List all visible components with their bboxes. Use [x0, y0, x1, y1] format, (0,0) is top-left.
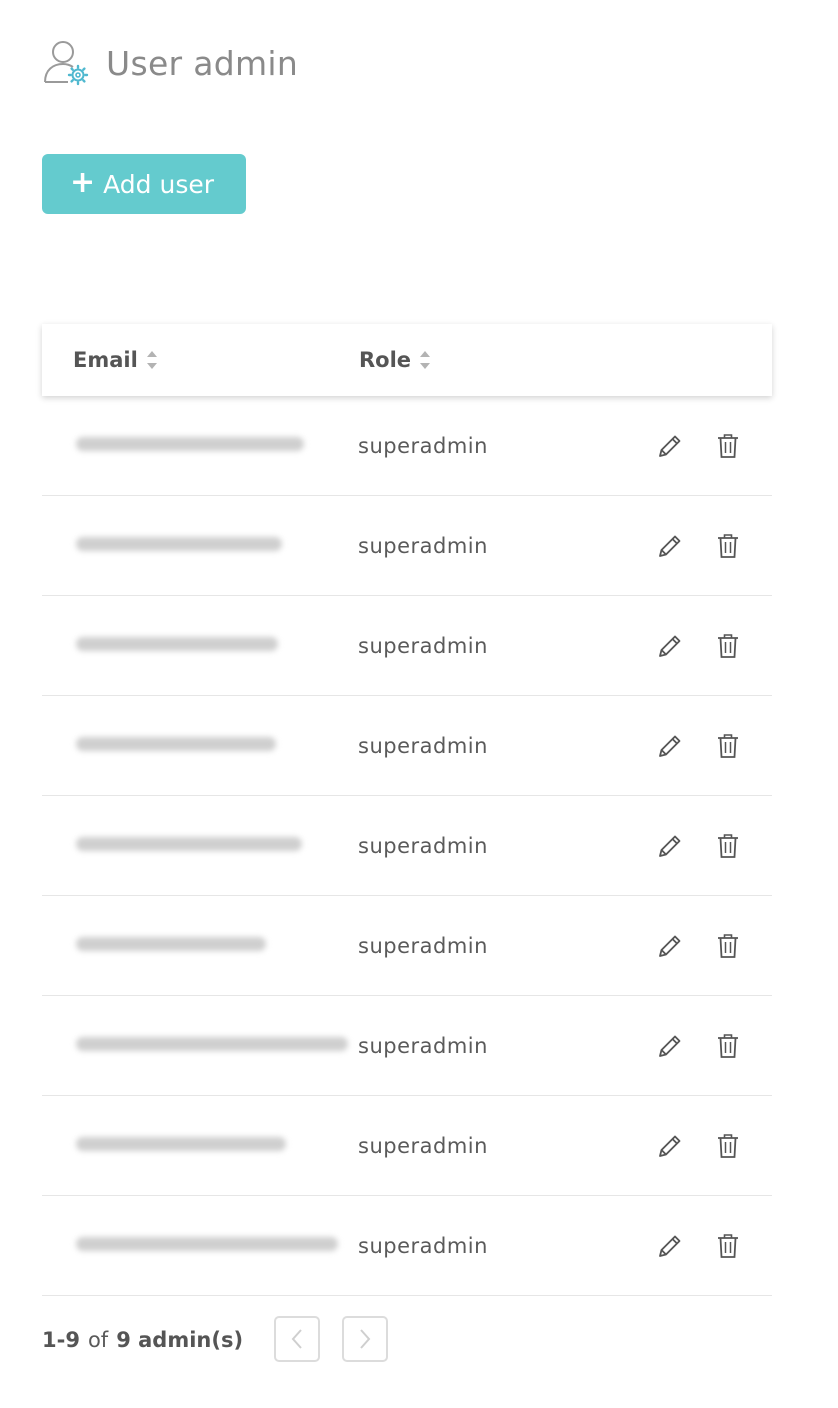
email-redacted: [76, 437, 304, 451]
table-row: superadmin: [42, 1196, 772, 1296]
email-redacted: [76, 1137, 286, 1151]
pencil-icon[interactable]: [656, 932, 684, 960]
add-user-label: Add user: [103, 169, 215, 199]
role-cell: superadmin: [358, 933, 488, 958]
email-redacted: [76, 837, 302, 851]
user-gear-icon: [44, 41, 89, 86]
add-user-button[interactable]: + Add user: [42, 154, 246, 214]
column-header-role-label: Role: [359, 348, 412, 372]
trash-icon[interactable]: [716, 832, 740, 860]
role-cell: superadmin: [358, 633, 488, 658]
role-cell: superadmin: [358, 1133, 488, 1158]
plus-icon: +: [69, 165, 96, 200]
email-redacted: [76, 637, 278, 651]
page-header: User admin: [42, 38, 298, 88]
trash-icon[interactable]: [716, 932, 740, 960]
pencil-icon[interactable]: [656, 432, 684, 460]
trash-icon[interactable]: [716, 432, 740, 460]
email-redacted: [76, 1237, 338, 1251]
email-redacted: [76, 737, 276, 751]
page-title: User admin: [106, 43, 299, 83]
column-header-role[interactable]: Role: [359, 324, 431, 396]
trash-icon[interactable]: [716, 1132, 740, 1160]
role-cell: superadmin: [358, 733, 488, 758]
pencil-icon[interactable]: [656, 832, 684, 860]
email-redacted: [76, 937, 266, 951]
table-row: superadmin: [42, 796, 772, 896]
chevron-left-icon: [291, 1329, 302, 1349]
chevron-right-icon: [360, 1329, 371, 1349]
role-cell: superadmin: [358, 433, 488, 458]
pencil-icon[interactable]: [656, 1032, 684, 1060]
email-redacted: [76, 1037, 348, 1051]
table-row: superadmin: [42, 596, 772, 696]
table-header: Email Role: [42, 324, 772, 396]
table-row: superadmin: [42, 996, 772, 1096]
column-header-email-label: Email: [73, 348, 138, 372]
pencil-icon[interactable]: [656, 1132, 684, 1160]
column-header-email[interactable]: Email: [73, 324, 158, 396]
role-cell: superadmin: [358, 533, 488, 558]
pencil-icon[interactable]: [656, 532, 684, 560]
next-page-button[interactable]: [342, 1316, 388, 1362]
sort-icon: [146, 351, 157, 369]
role-cell: superadmin: [358, 1033, 488, 1058]
pagination-range: 1-9: [42, 1328, 80, 1352]
previous-page-button[interactable]: [274, 1316, 320, 1362]
table-row: superadmin: [42, 496, 772, 596]
table-row: superadmin: [42, 896, 772, 996]
user-admin-page: User admin + Add user Email Role superad…: [0, 0, 838, 1408]
pagination-info: 1-9 of 9 admin(s): [42, 1316, 243, 1364]
sort-icon: [420, 351, 431, 369]
pencil-icon[interactable]: [656, 1232, 684, 1260]
trash-icon[interactable]: [716, 732, 740, 760]
role-cell: superadmin: [358, 1233, 488, 1258]
trash-icon[interactable]: [716, 1032, 740, 1060]
users-table: Email Role superadmin superadmin superadmi…: [42, 324, 772, 1296]
pencil-icon[interactable]: [656, 732, 684, 760]
table-row: superadmin: [42, 1096, 772, 1196]
email-redacted: [76, 537, 282, 551]
trash-icon[interactable]: [716, 532, 740, 560]
trash-icon[interactable]: [716, 632, 740, 660]
table-body: superadmin superadmin superadmin superadmin…: [42, 396, 772, 1296]
role-cell: superadmin: [358, 833, 488, 858]
pagination-of: of: [87, 1328, 109, 1352]
table-row: superadmin: [42, 396, 772, 496]
pagination-total: 9 admin(s): [116, 1328, 244, 1352]
trash-icon[interactable]: [716, 1232, 740, 1260]
pencil-icon[interactable]: [656, 632, 684, 660]
table-row: superadmin: [42, 696, 772, 796]
